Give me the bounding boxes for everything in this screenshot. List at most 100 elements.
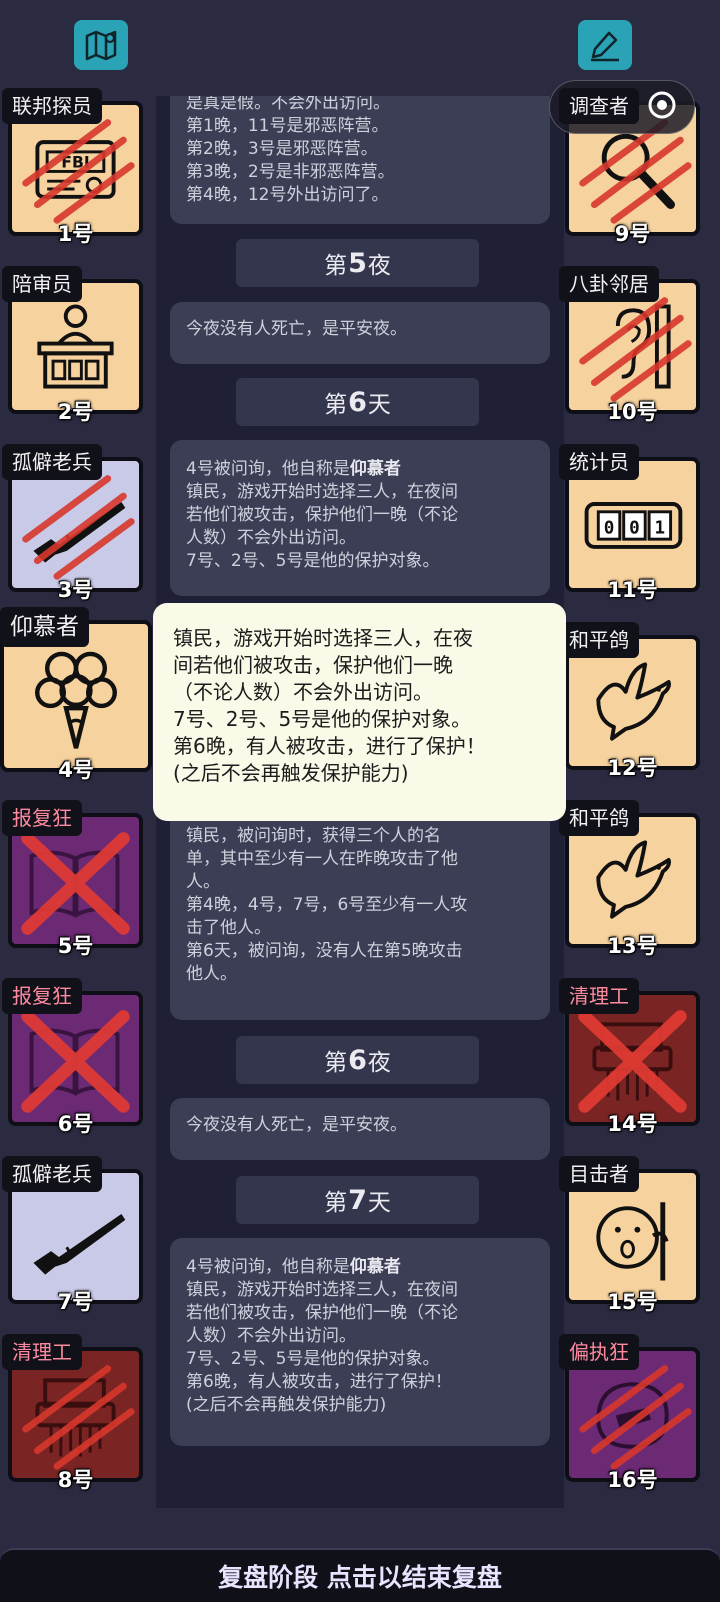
card-title: 4号被问询，他自称是仰慕者	[186, 458, 534, 481]
header-suffix: 天	[367, 392, 391, 418]
card-line: 第6天，被问询，没有人在第5晚攻击	[186, 941, 463, 961]
card-title-prefix: 4号被问询，他自称是	[186, 459, 350, 479]
header-prefix: 第	[324, 1050, 348, 1076]
player-role-label: 报复狂	[2, 800, 82, 836]
card-line: 第3晚，2号是非邪恶阵营。	[186, 162, 395, 182]
player-role-label: 孤僻老兵	[2, 444, 102, 480]
player-number: 8号	[57, 1468, 94, 1492]
timeline-header: 第5夜	[236, 239, 479, 287]
card-line: 第2晚，3号是邪恶阵营。	[186, 139, 378, 159]
tooltip-line: (之后不会再触发保护能力)	[173, 761, 409, 785]
card-line: 若他们被攻击，保护他们一晚（不论	[186, 505, 458, 525]
card-title: 4号被问询，他自称是仰慕者	[186, 1256, 534, 1279]
header-number: 6	[348, 1044, 367, 1076]
card-line: 第1晚，11号是邪恶阵营。	[186, 116, 389, 136]
tooltip-line: 第6晚，有人被攻击，进行了保护！	[173, 734, 486, 758]
card-line: 镇民，被问询时，获得三个人的名	[186, 826, 441, 846]
timeline-card: 4号被问询，他自称是仰慕者 镇民，游戏开始时选择三人，在夜间 若他们被攻击，保护他们…	[170, 440, 550, 596]
player-role-label: 清理工	[559, 978, 639, 1014]
judge-bench-icon	[37, 304, 114, 389]
timeline-card: 今夜没有人死亡，是平安夜。	[170, 1098, 550, 1160]
player-role-label: 目击者	[559, 1156, 639, 1192]
header-prefix: 第	[324, 392, 348, 418]
player-role-label: 报复狂	[2, 978, 82, 1014]
header-prefix: 第	[324, 1190, 348, 1216]
card-line: 第6晚，有人被攻击，进行了保护！	[186, 1372, 452, 1392]
player-number: 2号	[57, 400, 94, 424]
card-line: 击了他人。	[186, 918, 271, 938]
paranoid-icon	[579, 1365, 692, 1470]
player-number: 4号	[58, 758, 94, 782]
player-number: 13号	[607, 934, 658, 958]
card-line: 是真是假。不会外出访问。	[186, 96, 390, 113]
svg-text:0: 0	[604, 518, 615, 538]
timeline-header: 第7天	[236, 1176, 479, 1224]
timeline-header: 第6夜	[236, 1036, 479, 1084]
card-title-prefix: 4号被问询，他自称是	[186, 1257, 350, 1277]
shredder-icon	[22, 1365, 135, 1470]
player-role-label: 偏执狂	[559, 1334, 639, 1370]
peeking-face-icon	[596, 1202, 669, 1281]
timeline-card: 15号被问询，他自称是目击者镇民，被问询时，获得三个人的名单，其中至少有一人在昨…	[170, 792, 550, 1020]
card-line: 今夜没有人死亡，是平安夜。	[186, 1115, 407, 1135]
dove-icon	[596, 840, 671, 919]
card-line: (之后不会再触发保护能力)	[186, 1395, 387, 1415]
counter-icon: 001	[584, 502, 683, 549]
player-number: 14号	[607, 1112, 658, 1136]
notes-pen-icon[interactable]	[578, 20, 632, 70]
map-icon[interactable]	[74, 20, 128, 70]
svg-text:0: 0	[629, 518, 640, 538]
player-number: 12号	[607, 756, 658, 780]
card-line: 他人。	[186, 964, 237, 984]
player-role-label: 统计员	[559, 444, 639, 480]
player-role-label: 和平鸽	[559, 800, 639, 836]
player-number: 11号	[607, 578, 658, 602]
header-suffix: 天	[367, 1190, 391, 1216]
header-number: 7	[348, 1184, 367, 1216]
tooltip-line: 7号、2号、5号是他的保护对象。	[173, 707, 472, 731]
card-line: 若他们被攻击，保护他们一晚（不论	[186, 1303, 458, 1323]
rifle-icon	[22, 475, 135, 580]
player-number: 6号	[57, 1112, 94, 1136]
open-book-icon	[21, 1010, 130, 1113]
header-number: 5	[348, 247, 367, 279]
card-line: 7号、2号、5号是他的保护对象。	[186, 551, 440, 571]
close-target-icon[interactable]	[647, 90, 677, 124]
card-line: 镇民，游戏开始时选择三人，在夜间	[186, 1280, 458, 1300]
rifle-icon	[33, 1214, 126, 1275]
player-number: 7号	[57, 1290, 94, 1314]
card-line: 7号、2号、5号是他的保护对象。	[186, 1349, 440, 1369]
player-number: 9号	[614, 222, 651, 246]
player-role-label: 八卦邻居	[559, 266, 659, 302]
card-line: 人数）不会外出访问。	[186, 1326, 356, 1346]
header-prefix: 第	[324, 253, 348, 279]
dove-icon	[596, 662, 671, 741]
player-number: 3号	[57, 578, 94, 602]
card-line: 人。	[186, 872, 220, 892]
end-review-label: 复盘阶段 点击以结束复盘	[218, 1563, 502, 1592]
shredder-icon	[578, 1010, 687, 1113]
ear-wall-icon	[579, 297, 692, 402]
open-book-icon	[21, 832, 130, 935]
card-line: 今夜没有人死亡，是平安夜。	[186, 319, 407, 339]
player-number: 5号	[57, 934, 94, 958]
card-title-role: 仰慕者	[349, 1257, 401, 1277]
tooltip-line: 镇民，游戏开始时选择三人，在夜	[173, 626, 473, 650]
timeline-header: 第6天	[236, 378, 479, 426]
tooltip-line: 间若他们被攻击，保护他们一晚	[173, 653, 453, 677]
player-number: 16号	[607, 1468, 658, 1492]
timeline-card: 今夜没有人死亡，是平安夜。	[170, 302, 550, 364]
player-role-label: 调查者	[559, 88, 639, 124]
fbi-badge-icon: FBI	[22, 119, 135, 224]
card-line: 单，其中至少有一人在昨晚攻击了他	[186, 849, 458, 869]
header-suffix: 夜	[367, 253, 391, 279]
header-suffix: 夜	[367, 1050, 391, 1076]
timeline-card: 是真是假。不会外出访问。 第1晚，11号是邪恶阵营。 第2晚，3号是邪恶阵营。 第3晚…	[170, 96, 550, 224]
player-number: 10号	[607, 400, 658, 424]
card-line: 镇民，游戏开始时选择三人，在夜间	[186, 482, 458, 502]
card-line: 人数）不会外出访问。	[186, 528, 356, 548]
end-review-button[interactable]: 复盘阶段 点击以结束复盘	[0, 1548, 720, 1602]
svg-text:1: 1	[655, 518, 666, 538]
card-title-role: 仰慕者	[349, 459, 401, 479]
tooltip-line: （不论人数）不会外出访问。	[173, 680, 433, 704]
